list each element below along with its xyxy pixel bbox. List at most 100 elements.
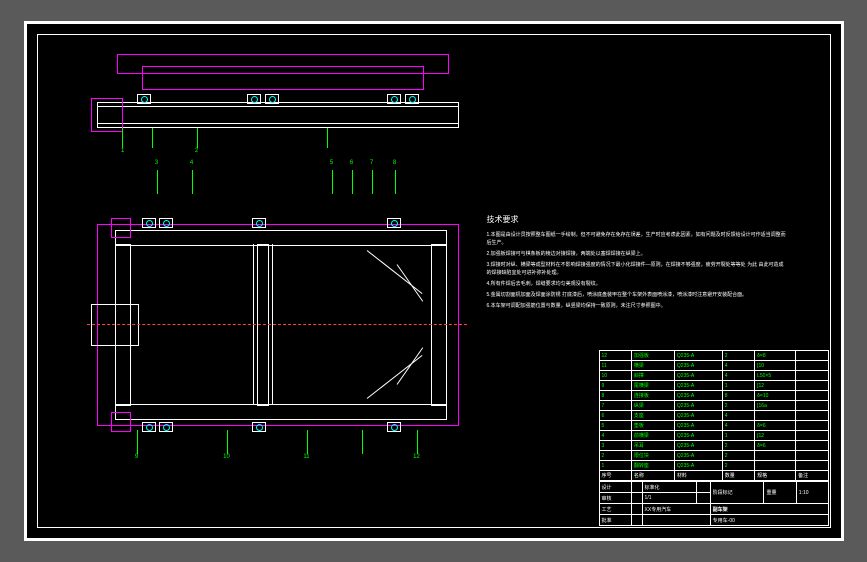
bom-cell-name: 尾横梁 <box>631 381 674 391</box>
mount-5 <box>405 94 419 104</box>
bom-hdr-note: 备注 <box>796 471 828 481</box>
bom-cell-mat: Q235-A <box>674 391 722 401</box>
bom-cell-name: 斜撑 <box>631 371 674 381</box>
bom-cell-mat: Q235-A <box>674 461 722 471</box>
bom-hdr-spec: 规格 <box>755 471 796 481</box>
bom-cell-note <box>796 451 828 461</box>
crossmember-right <box>431 244 447 406</box>
bom-cell-mat: Q235-A <box>674 371 722 381</box>
bom-cell-mat: Q235-A <box>674 361 722 371</box>
tb-company: XX专用汽车 <box>642 504 710 515</box>
elevation-view: 1 2 <box>97 54 457 154</box>
corner-mount <box>111 412 131 432</box>
note-line: 4.所有件焊后去毛刺，焊缝要求均匀美观没有裂纹。 <box>487 280 787 288</box>
bom-cell-name: 垫板 <box>631 421 674 431</box>
mount-3 <box>265 94 279 104</box>
end-block-left <box>91 98 123 132</box>
bom-cell-qty: 1 <box>722 431 754 441</box>
bom-cell-no: 12 <box>599 351 631 361</box>
balloon-label: 1 <box>119 148 127 156</box>
leader <box>192 170 193 194</box>
bom-cell-spec: [16a <box>755 401 796 411</box>
bom-cell-no: 10 <box>599 371 631 381</box>
bom-cell-name: 纵梁 <box>631 401 674 411</box>
leader <box>362 430 363 454</box>
bom-cell-no: 4 <box>599 431 631 441</box>
bom-cell-note <box>796 381 828 391</box>
tb-stage: 阶段标记 <box>710 482 764 504</box>
leader <box>332 170 333 194</box>
bom-row: 1翻转座Q235-A2 <box>599 461 828 471</box>
dim-frame-mid <box>142 66 424 90</box>
bom-cell-no: 9 <box>599 381 631 391</box>
bom-table: 12加强板Q235-A2δ=811横梁Q235-A4[1010斜撑Q235-A4… <box>599 350 829 481</box>
bom-cell-note <box>796 461 828 471</box>
bom-cell-note <box>796 441 828 451</box>
mount <box>252 218 266 228</box>
balloon-label: 10 <box>223 454 231 462</box>
leader <box>152 128 153 148</box>
technical-requirements: 技术要求 1.本图是由设计员按照整车图纸一手绘制，但不可避免存在免存在误差，生产… <box>487 214 787 313</box>
rail-bottom <box>115 404 447 420</box>
balloon-label: 6 <box>348 160 356 168</box>
bom-row: 4前横梁Q235-A1[12 <box>599 431 828 441</box>
bom-row: 7纵梁Q235-A2[16a <box>599 401 828 411</box>
balloon-label: 4 <box>188 160 196 168</box>
bom-cell-mat: Q235-A <box>674 441 722 451</box>
bom-row: 9尾横梁Q235-A1[12 <box>599 381 828 391</box>
bom-cell-spec: [12 <box>755 431 796 441</box>
tb-process-label: 工艺 <box>599 504 631 515</box>
mount <box>252 422 266 432</box>
bom-cell-note <box>796 401 828 411</box>
leader <box>197 128 198 148</box>
bom-row: 10斜撑Q235-A4L50×5 <box>599 371 828 381</box>
bom-cell-name: 限位块 <box>631 451 674 461</box>
leader <box>307 430 308 454</box>
bom-cell-no: 7 <box>599 401 631 411</box>
notes-heading: 技术要求 <box>487 214 787 225</box>
mount <box>387 218 401 228</box>
bom-cell-name: 吊耳 <box>631 441 674 451</box>
bom-cell-name: 支座 <box>631 411 674 421</box>
bom-cell-spec: δ=8 <box>755 351 796 361</box>
leader <box>372 170 373 194</box>
bom-cell-note <box>796 361 828 371</box>
leader <box>227 430 228 454</box>
bom-cell-note <box>796 351 828 361</box>
bom-cell-spec: [10 <box>755 361 796 371</box>
bom-cell-note <box>796 371 828 381</box>
balloon-label: 11 <box>303 454 311 462</box>
mount-4 <box>387 94 401 104</box>
note-line: 3.焊接时对纵、横梁等成型材料在不影响焊接强度的情况下最小化焊接件—原则，在焊接… <box>487 261 787 277</box>
bom-cell-spec <box>755 451 796 461</box>
bom-cell-name: 加强板 <box>631 351 674 361</box>
balloon-label: 2 <box>193 148 201 156</box>
balloon-label: 12 <box>413 454 421 462</box>
note-line: 6.本车架可调配加强筋位置与数量，纵竖梁均保持一致原则，未注尺寸参照图中。 <box>487 302 787 310</box>
bom-cell-mat: Q235-A <box>674 351 722 361</box>
title-block-lower: 设计 标准化 阶段标记 重量 1:10 审核 1/1 工艺 XX专用汽车 副车架… <box>599 481 829 526</box>
longitudinal-beam-inner <box>97 106 459 124</box>
tb-std-label: 标准化 <box>642 482 696 493</box>
note-line: 1.本图是由设计员按照整车图纸一手绘制，但不可避免存在免存在误差，生产时应考虑此… <box>487 231 787 247</box>
bom-cell-qty: 2 <box>722 441 754 451</box>
bom-row: 8连接板Q235-A8δ=10 <box>599 391 828 401</box>
bom-cell-no: 1 <box>599 461 631 471</box>
mount <box>142 422 156 432</box>
bom-cell-name: 翻转座 <box>631 461 674 471</box>
bom-row: 2限位块Q235-A2 <box>599 451 828 461</box>
bom-cell-no: 2 <box>599 451 631 461</box>
bom-cell-no: 6 <box>599 411 631 421</box>
bom-row: 6支座Q235-A4 <box>599 411 828 421</box>
bom-cell-qty: 4 <box>722 371 754 381</box>
tb-scale: 1:10 <box>796 482 828 504</box>
tb-design-label: 设计 <box>599 482 631 493</box>
bom-hdr-qty: 数量 <box>722 471 754 481</box>
leader <box>417 430 418 454</box>
bom-hdr-name: 名称 <box>631 471 674 481</box>
plan-view: 3 4 5 6 7 8 <box>97 194 467 464</box>
bom-cell-note <box>796 391 828 401</box>
mount <box>159 422 173 432</box>
bom-cell-name: 前横梁 <box>631 431 674 441</box>
tb-weight: 重量 <box>764 482 796 504</box>
